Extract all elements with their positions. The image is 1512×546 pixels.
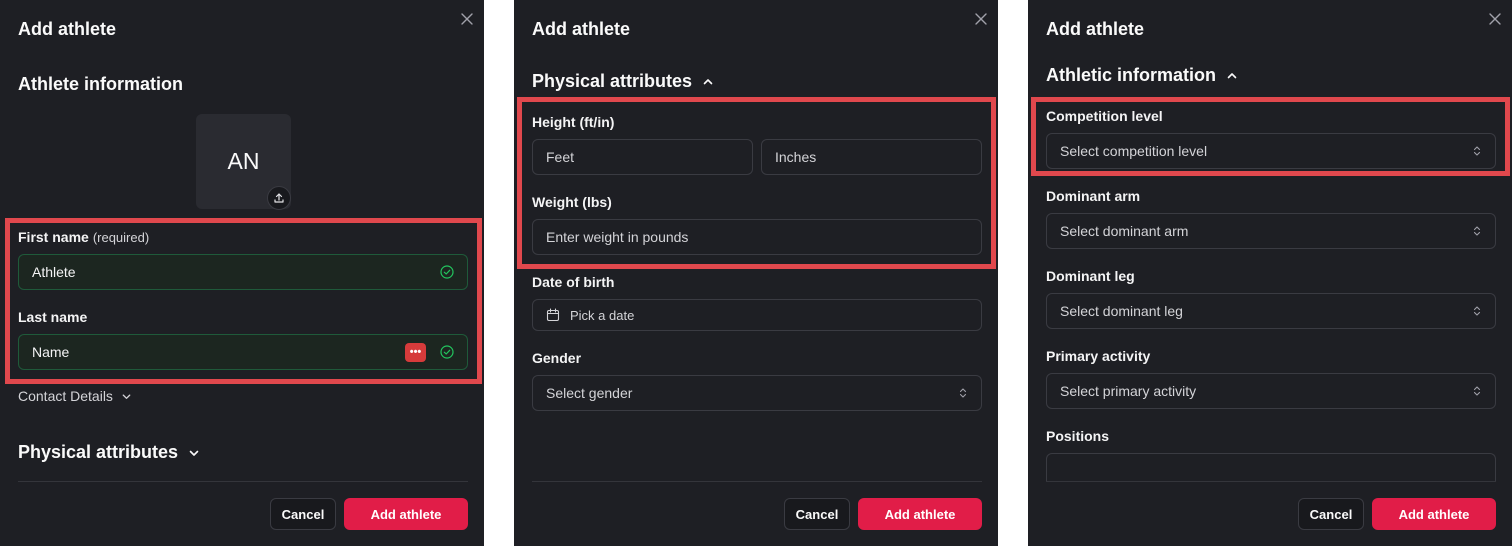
cancel-button[interactable]: Cancel (784, 498, 850, 530)
primary-activity-select[interactable]: Select primary activity (1046, 373, 1496, 409)
dialog-title: Add athlete (532, 19, 631, 39)
weight-input[interactable]: Enter weight in pounds (532, 219, 982, 255)
contact-details-label: Contact Details (18, 388, 113, 404)
first-name-label-text: First name (18, 229, 89, 245)
weight-placeholder: Enter weight in pounds (546, 229, 689, 245)
feet-input[interactable]: Feet (532, 139, 753, 175)
primary-activity-placeholder: Select primary activity (1060, 383, 1197, 399)
footer-divider (532, 481, 982, 482)
height-label: Height (ft/in) (532, 114, 615, 130)
chevrons-up-down-icon (1473, 226, 1481, 236)
chevron-down-icon (189, 450, 199, 456)
first-name-value: Athlete (32, 264, 76, 280)
close-icon[interactable] (460, 12, 474, 26)
section-athlete-information: Athlete information (18, 74, 183, 95)
add-athlete-dialog-athlete-info: Add athlete Athlete information AN First… (0, 0, 484, 546)
dominant-leg-select[interactable]: Select dominant leg (1046, 293, 1496, 329)
gender-label: Gender (532, 350, 582, 366)
dominant-leg-label: Dominant leg (1046, 268, 1135, 284)
section-title: Athletic information (1046, 65, 1216, 85)
dob-placeholder: Pick a date (570, 307, 635, 323)
cancel-button[interactable]: Cancel (270, 498, 336, 530)
first-name-label: First name (required) (18, 229, 149, 245)
dominant-arm-placeholder: Select dominant arm (1060, 223, 1189, 239)
check-circle-icon (440, 265, 454, 279)
section-physical-attributes-toggle[interactable]: Physical attributes (18, 442, 200, 463)
close-icon[interactable] (1488, 12, 1502, 26)
dominant-arm-label: Dominant arm (1046, 188, 1141, 204)
add-athlete-button[interactable]: Add athlete (1372, 498, 1496, 530)
chevron-up-icon (703, 78, 713, 84)
contact-details-toggle[interactable]: Contact Details (18, 388, 132, 404)
add-athlete-button[interactable]: Add athlete (858, 498, 982, 530)
last-name-value: Name (32, 344, 70, 360)
chevrons-up-down-icon (959, 388, 967, 398)
section-title: Physical attributes (18, 442, 179, 462)
positions-label: Positions (1046, 428, 1110, 444)
password-manager-glyph: ••• (409, 345, 422, 358)
dominant-arm-select[interactable]: Select dominant arm (1046, 213, 1496, 249)
chevrons-up-down-icon (1473, 386, 1481, 396)
check-circle-icon (440, 345, 454, 359)
avatar-initials: AN (227, 148, 260, 174)
required-hint: (required) (92, 230, 150, 245)
cancel-button[interactable]: Cancel (1298, 498, 1364, 530)
inches-placeholder: Inches (775, 149, 817, 165)
dialog-title: Add athlete (18, 19, 117, 39)
chevrons-up-down-icon (1473, 146, 1481, 156)
date-of-birth-picker[interactable]: Pick a date (532, 299, 982, 331)
section-physical-attributes-toggle[interactable]: Physical attributes (532, 71, 714, 92)
last-name-label: Last name (18, 309, 88, 325)
upload-photo-button[interactable] (267, 186, 291, 210)
dob-label: Date of birth (532, 274, 615, 290)
close-icon[interactable] (974, 12, 988, 26)
feet-placeholder: Feet (546, 149, 575, 165)
section-title: Athlete information (18, 74, 183, 94)
primary-activity-label: Primary activity (1046, 348, 1151, 364)
weight-label: Weight (lbs) (532, 194, 612, 210)
dominant-leg-placeholder: Select dominant leg (1060, 303, 1183, 319)
competition-level-placeholder: Select competition level (1060, 143, 1208, 159)
dialog-title: Add athlete (1046, 19, 1145, 39)
first-name-input[interactable]: Athlete (18, 254, 468, 290)
add-athlete-button[interactable]: Add athlete (344, 498, 468, 530)
competition-level-label: Competition level (1046, 108, 1163, 124)
section-title: Physical attributes (532, 71, 693, 91)
chevrons-up-down-icon (1473, 306, 1481, 316)
gender-placeholder: Select gender (546, 385, 633, 401)
gender-select[interactable]: Select gender (532, 375, 982, 411)
section-athletic-information-toggle[interactable]: Athletic information (1046, 65, 1238, 86)
password-manager-icon[interactable]: ••• (405, 342, 426, 362)
add-athlete-dialog-physical: Add athlete Physical attributes Height (… (514, 0, 998, 546)
upload-icon (274, 193, 284, 203)
last-name-input[interactable]: Name ••• (18, 334, 468, 370)
inches-input[interactable]: Inches (761, 139, 982, 175)
footer-divider (18, 481, 468, 482)
positions-select[interactable] (1046, 453, 1496, 481)
chevron-down-icon (122, 393, 131, 399)
add-athlete-dialog-athletic: Add athlete Athletic information Competi… (1028, 0, 1512, 546)
chevron-up-icon (1227, 72, 1237, 78)
footer-divider (1046, 481, 1496, 482)
calendar-icon (546, 308, 560, 322)
competition-level-select[interactable]: Select competition level (1046, 133, 1496, 169)
